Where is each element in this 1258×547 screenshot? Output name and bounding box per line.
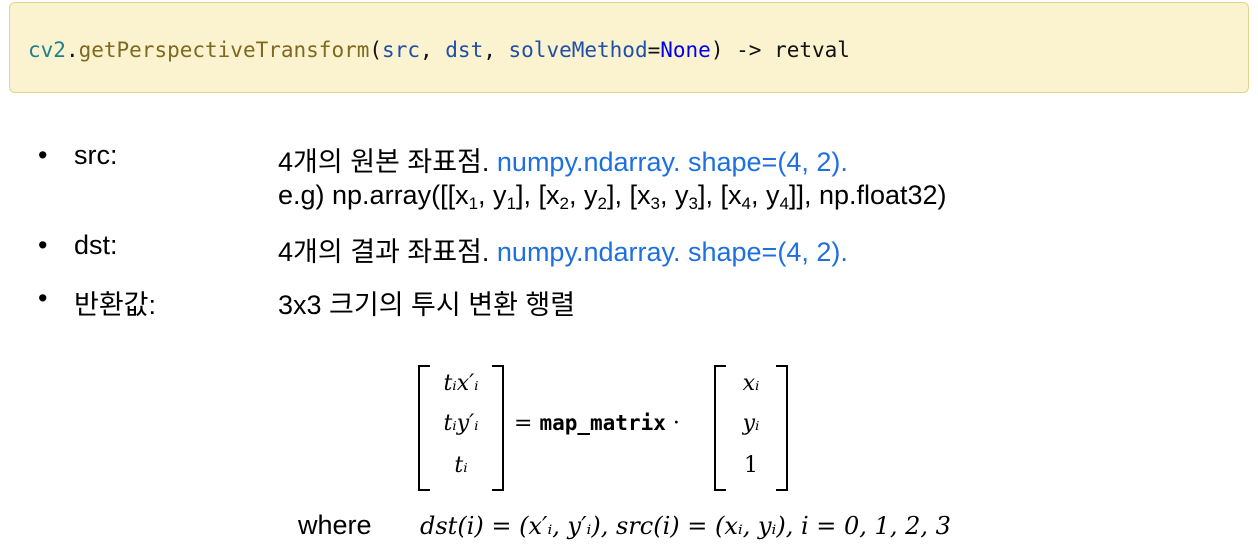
lhs-matrix: tᵢx′ᵢ tᵢy′ᵢ tᵢ	[418, 365, 504, 491]
rhs-vector: xᵢ yᵢ 1	[714, 365, 788, 491]
param-desc: 4개의 원본 좌표점. numpy.ndarray. shape=(4, 2).	[278, 140, 848, 179]
subscript: 4	[741, 194, 751, 213]
bullet: •	[38, 140, 48, 170]
subscript: 4	[779, 194, 789, 213]
param-desc-text: 4개의 원본 좌표점.	[278, 147, 497, 177]
subscript: 3	[650, 194, 660, 213]
example-part: , y	[478, 180, 507, 210]
vector-cell: 1	[744, 453, 758, 478]
example-part: ], [x	[607, 180, 651, 210]
subscript: 3	[688, 194, 698, 213]
param-desc-text: 4개의 결과 좌표점.	[278, 237, 497, 267]
transform-equation: tᵢx′ᵢ tᵢy′ᵢ tᵢ = map_matrix · xᵢ yᵢ 1	[418, 365, 798, 491]
param-name: dst:	[74, 230, 118, 260]
vector-cell: yᵢ	[742, 411, 760, 436]
subscript: 2	[559, 194, 570, 213]
subscript: 2	[597, 194, 607, 213]
param-name: 반환값:	[74, 290, 157, 320]
param-name: src:	[74, 140, 118, 170]
where-label: where	[298, 510, 372, 540]
example-part: , y	[659, 180, 689, 210]
example-part: , y	[750, 180, 780, 210]
example-prefix: e.g) np.array([[x	[278, 180, 469, 210]
vector-cell: xᵢ	[742, 371, 760, 396]
dot-operator: ·	[665, 411, 680, 436]
matrix-cell: tᵢy′ᵢ	[443, 411, 479, 436]
bullet: •	[38, 230, 48, 260]
param-desc: 3x3 크기의 투시 변환 행렬	[278, 290, 576, 320]
example-part: ], [x	[697, 180, 742, 210]
example-part: ], [x	[516, 180, 560, 210]
matrix-cell: tᵢx′ᵢ	[443, 371, 479, 396]
param-desc: 4개의 결과 좌표점. numpy.ndarray. shape=(4, 2).	[278, 230, 848, 269]
equation-middle: = map_matrix ·	[514, 411, 680, 436]
example-code: e.g) np.array([[x1, y1], [x2, y2], [x3, …	[278, 180, 947, 214]
param-type: numpy.ndarray. shape=(4, 2).	[496, 147, 848, 177]
subscript: 1	[506, 194, 517, 213]
bullet: •	[38, 283, 48, 313]
example-suffix: ]], np.float32)	[788, 180, 947, 210]
equals-sign: =	[514, 411, 540, 436]
subscript: 1	[468, 194, 479, 213]
map-matrix-label: map_matrix	[539, 411, 666, 435]
param-type: numpy.ndarray. shape=(4, 2).	[496, 237, 848, 267]
example-part: , y	[569, 180, 598, 210]
where-formula: dst(i) = (x′ᵢ, y′ᵢ), src(i) = (xᵢ, yᵢ), …	[420, 512, 951, 540]
matrix-cell: tᵢ	[454, 453, 468, 478]
